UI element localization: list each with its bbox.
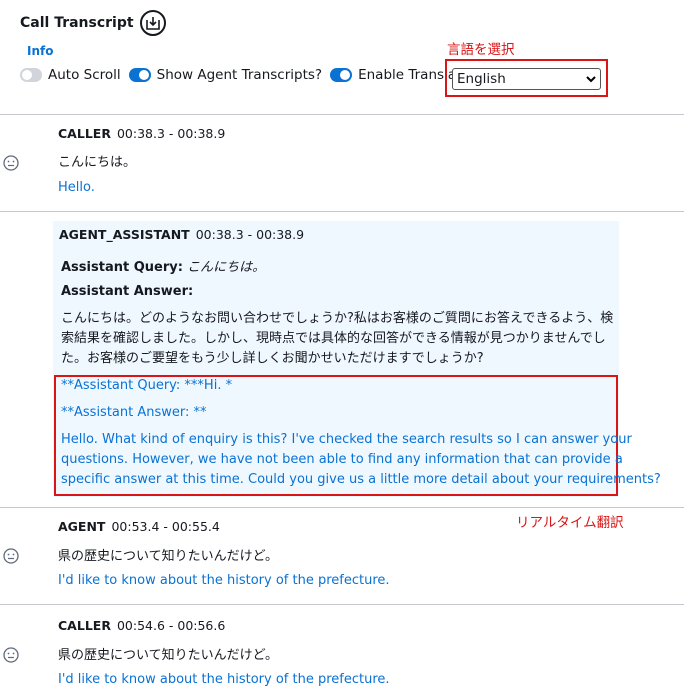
speaker-header: CALLER 00:54.6 - 00:56.6: [58, 618, 225, 633]
answer-label: Assistant Answer:: [61, 284, 194, 299]
neutral-face-icon: [3, 155, 19, 171]
translated-query: **Assistant Query: ***Hi. *: [61, 378, 233, 393]
auto-scroll-toggle[interactable]: Auto Scroll: [20, 67, 121, 83]
page-title: Call Transcript: [20, 15, 134, 31]
speaker-name: AGENT_ASSISTANT: [59, 227, 190, 242]
translated-answer-label: **Assistant Answer: **: [61, 405, 207, 420]
auto-scroll-label: Auto Scroll: [48, 67, 121, 83]
realtime-annotation: リアルタイム翻訳: [516, 515, 624, 531]
header: Call Transcript: [20, 10, 166, 36]
neutral-face-icon: [3, 647, 19, 663]
timestamp: 00:38.3 - 00:38.9: [116, 126, 226, 141]
speaker-name: CALLER: [58, 618, 111, 633]
info-link[interactable]: Info: [27, 44, 53, 58]
query-text: こんにちは。: [187, 260, 266, 275]
answer-text: こんにちは。どのようなお問い合わせでしょうか?私はお客様のご質問にお答えできるよ…: [61, 311, 614, 366]
divider: [0, 114, 684, 115]
translation-text: Hello.: [58, 180, 95, 195]
transcript-text: こんにちは。: [58, 155, 137, 170]
speaker-header: CALLER 00:38.3 - 00:38.9: [58, 126, 225, 141]
speaker-header: AGENT_ASSISTANT 00:38.3 - 00:38.9: [59, 227, 304, 242]
select-language-annotation: 言語を選択: [447, 42, 515, 58]
chevron-down-icon: [586, 76, 596, 83]
toggle-switch[interactable]: [20, 68, 42, 82]
translation-text: I'd like to know about the history of th…: [58, 672, 390, 687]
language-highlight: English: [445, 59, 608, 97]
transcript-text: 県の歴史について知りたいんだけど。: [58, 648, 278, 663]
timestamp: 00:38.3 - 00:38.9: [195, 227, 305, 242]
translated-answer: Hello. What kind of enquiry is this? I'v…: [61, 432, 661, 487]
language-value: English: [457, 71, 506, 87]
neutral-face-icon: [3, 548, 19, 564]
show-agent-label: Show Agent Transcripts?: [156, 67, 323, 83]
speaker-name: CALLER: [58, 126, 111, 141]
timestamp: 00:54.6 - 00:56.6: [116, 618, 226, 633]
show-agent-toggle[interactable]: Show Agent Transcripts?: [128, 67, 323, 83]
toggle-switch[interactable]: [330, 68, 353, 82]
timestamp: 00:53.4 - 00:55.4: [111, 519, 220, 534]
divider: [0, 211, 684, 212]
divider: [0, 507, 684, 508]
download-button[interactable]: [139, 10, 166, 36]
download-icon: [145, 17, 160, 30]
controls-bar: Auto Scroll Show Agent Transcripts? Enab…: [20, 67, 490, 83]
speaker-header: AGENT 00:53.4 - 00:55.4: [58, 519, 220, 534]
query-label: Assistant Query:: [61, 260, 183, 275]
translation-text: I'd like to know about the history of th…: [58, 573, 390, 588]
divider: [0, 604, 684, 605]
transcript-text: 県の歴史について知りたいんだけど。: [58, 549, 278, 564]
speaker-name: AGENT: [58, 519, 106, 534]
language-select[interactable]: English: [452, 68, 601, 90]
assistant-query: Assistant Query: こんにちは。: [61, 256, 265, 275]
toggle-switch[interactable]: [128, 68, 151, 82]
